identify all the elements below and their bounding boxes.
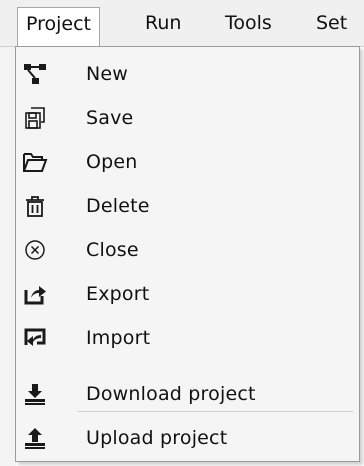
menu-item-upload-project[interactable]: Upload project xyxy=(16,416,359,460)
folder-open-icon xyxy=(21,148,49,176)
import-icon xyxy=(21,324,49,352)
menu-item-save[interactable]: Save xyxy=(16,96,359,140)
menu-settings[interactable]: Set xyxy=(308,7,355,39)
trash-icon xyxy=(21,192,49,220)
menu-tools[interactable]: Tools xyxy=(217,7,280,39)
menu-item-label: Upload project xyxy=(86,427,228,449)
menu-item-new[interactable]: New xyxy=(16,52,359,96)
menu-item-label: Delete xyxy=(86,195,150,217)
menu-run[interactable]: Run xyxy=(137,7,189,39)
menu-item-close[interactable]: Close xyxy=(16,228,359,272)
menu-item-export[interactable]: Export xyxy=(16,272,359,316)
menu-item-label: Import xyxy=(86,327,151,349)
menu-item-label: Save xyxy=(86,107,134,129)
menu-item-label: New xyxy=(86,63,129,85)
menu-item-delete[interactable]: Delete xyxy=(16,184,359,228)
menu-project[interactable]: Project xyxy=(17,7,101,47)
menu-item-label: Download project xyxy=(86,383,256,405)
menu-item-open[interactable]: Open xyxy=(16,140,359,184)
download-icon xyxy=(21,380,49,408)
export-icon xyxy=(21,280,49,308)
network-icon xyxy=(21,60,49,88)
save-copy-icon xyxy=(21,104,49,132)
menu-item-label: Close xyxy=(86,239,139,261)
menu-item-import[interactable]: Import xyxy=(16,316,359,360)
app-window-edge xyxy=(0,0,16,466)
menu-item-label: Export xyxy=(86,283,150,305)
upload-icon xyxy=(21,424,49,452)
menu-bar: Project Run Tools Set xyxy=(0,0,364,47)
menu-item-label: Open xyxy=(86,151,138,173)
project-dropdown-menu: New Save Open Delete Close Export Import… xyxy=(15,46,360,462)
menu-item-download-project[interactable]: Download project xyxy=(16,372,359,416)
close-circle-icon xyxy=(21,236,49,264)
